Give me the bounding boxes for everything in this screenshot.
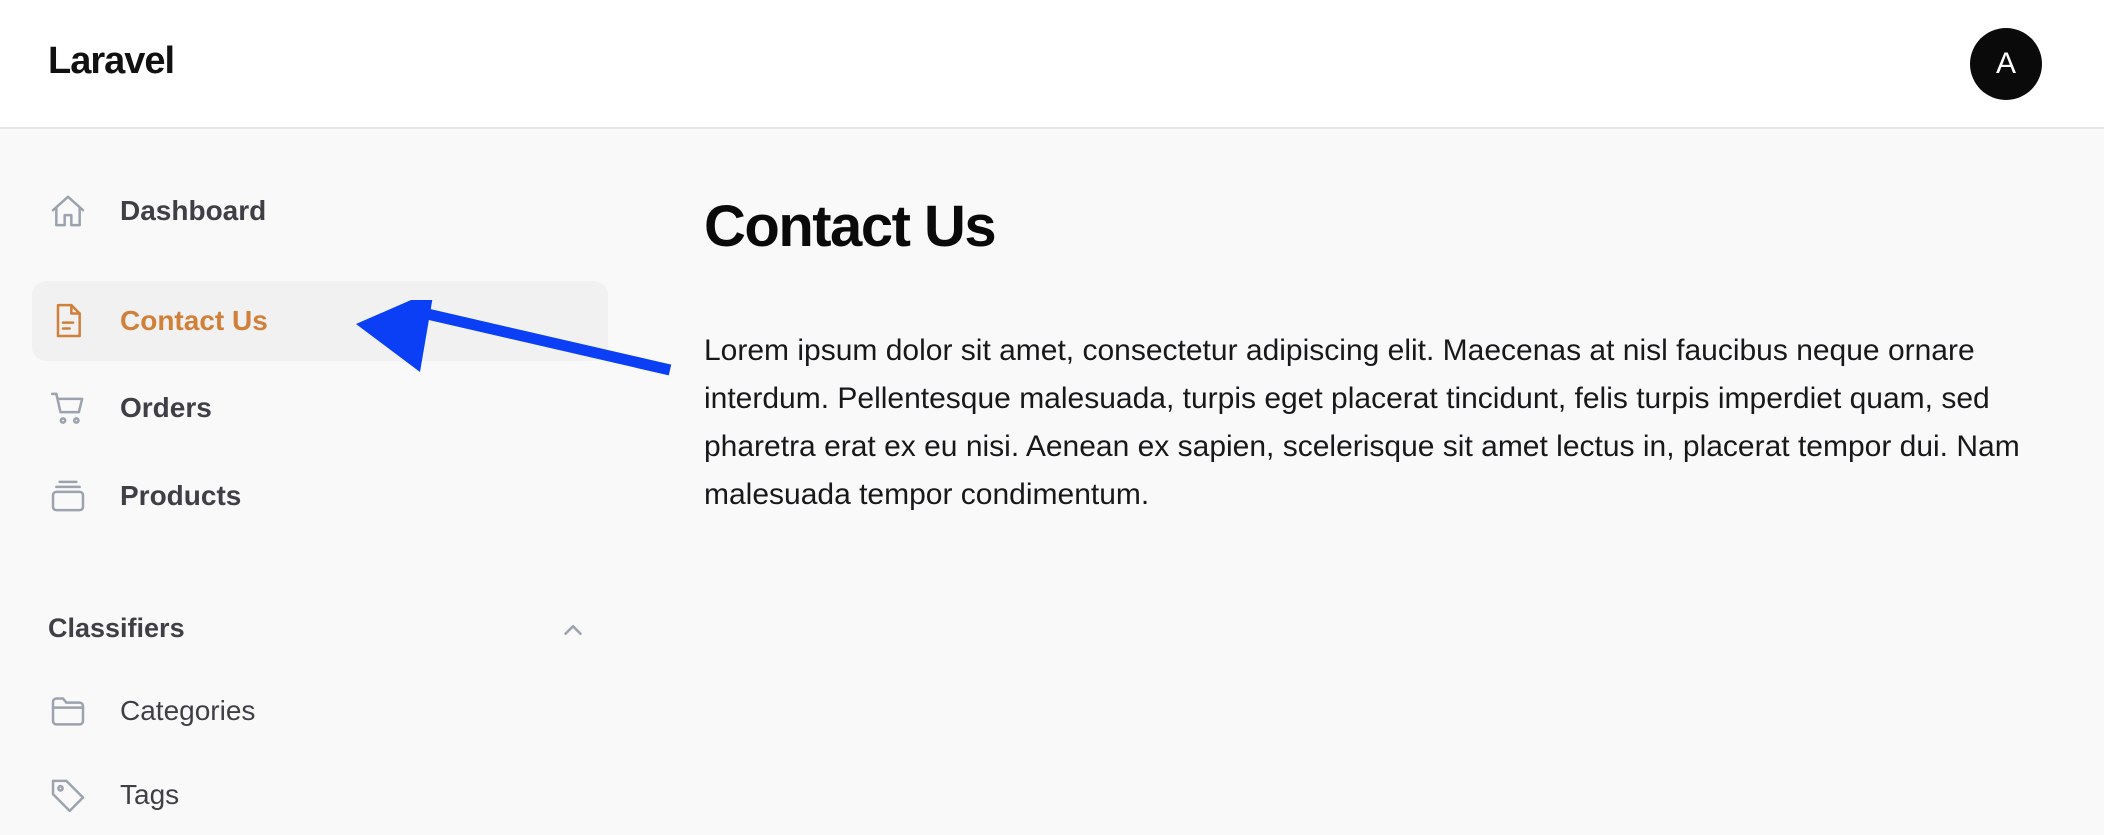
sidebar-item-tags[interactable]: Tags — [32, 755, 608, 835]
sidebar-item-label: Orders — [120, 392, 212, 423]
user-avatar[interactable]: A — [1970, 28, 2042, 100]
sidebar-item-label: Tags — [120, 779, 180, 810]
sidebar-item-orders[interactable]: Orders — [32, 368, 608, 448]
tag-icon — [48, 775, 88, 815]
document-icon — [48, 301, 88, 341]
cart-icon — [48, 388, 88, 428]
folder-icon — [48, 691, 88, 731]
sidebar: Dashboard Contact Us Orders Products Cla… — [0, 131, 640, 813]
sidebar-item-label: Dashboard — [120, 195, 267, 226]
brand-logo[interactable]: Laravel — [48, 40, 175, 83]
page-title: Contact Us — [704, 194, 997, 259]
group-title: Classifiers — [48, 613, 185, 643]
stack-icon — [48, 476, 88, 516]
sidebar-item-dashboard[interactable]: Dashboard — [32, 171, 608, 251]
sidebar-item-label: Contact Us — [120, 305, 268, 336]
sidebar-item-products[interactable]: Products — [32, 456, 608, 536]
page-body-text: Lorem ipsum dolor sit amet, consectetur … — [704, 334, 2020, 511]
group-toggle-classifiers[interactable]: Classifiers — [48, 609, 588, 649]
sidebar-item-categories[interactable]: Categories — [32, 671, 608, 751]
top-navbar: Laravel A — [0, 0, 2104, 129]
chevron-up-icon[interactable] — [558, 615, 588, 645]
sidebar-item-label: Products — [120, 480, 242, 511]
sidebar-item-contact-us[interactable]: Contact Us — [32, 281, 608, 361]
sidebar-item-label: Categories — [120, 695, 256, 726]
home-icon — [48, 191, 88, 231]
